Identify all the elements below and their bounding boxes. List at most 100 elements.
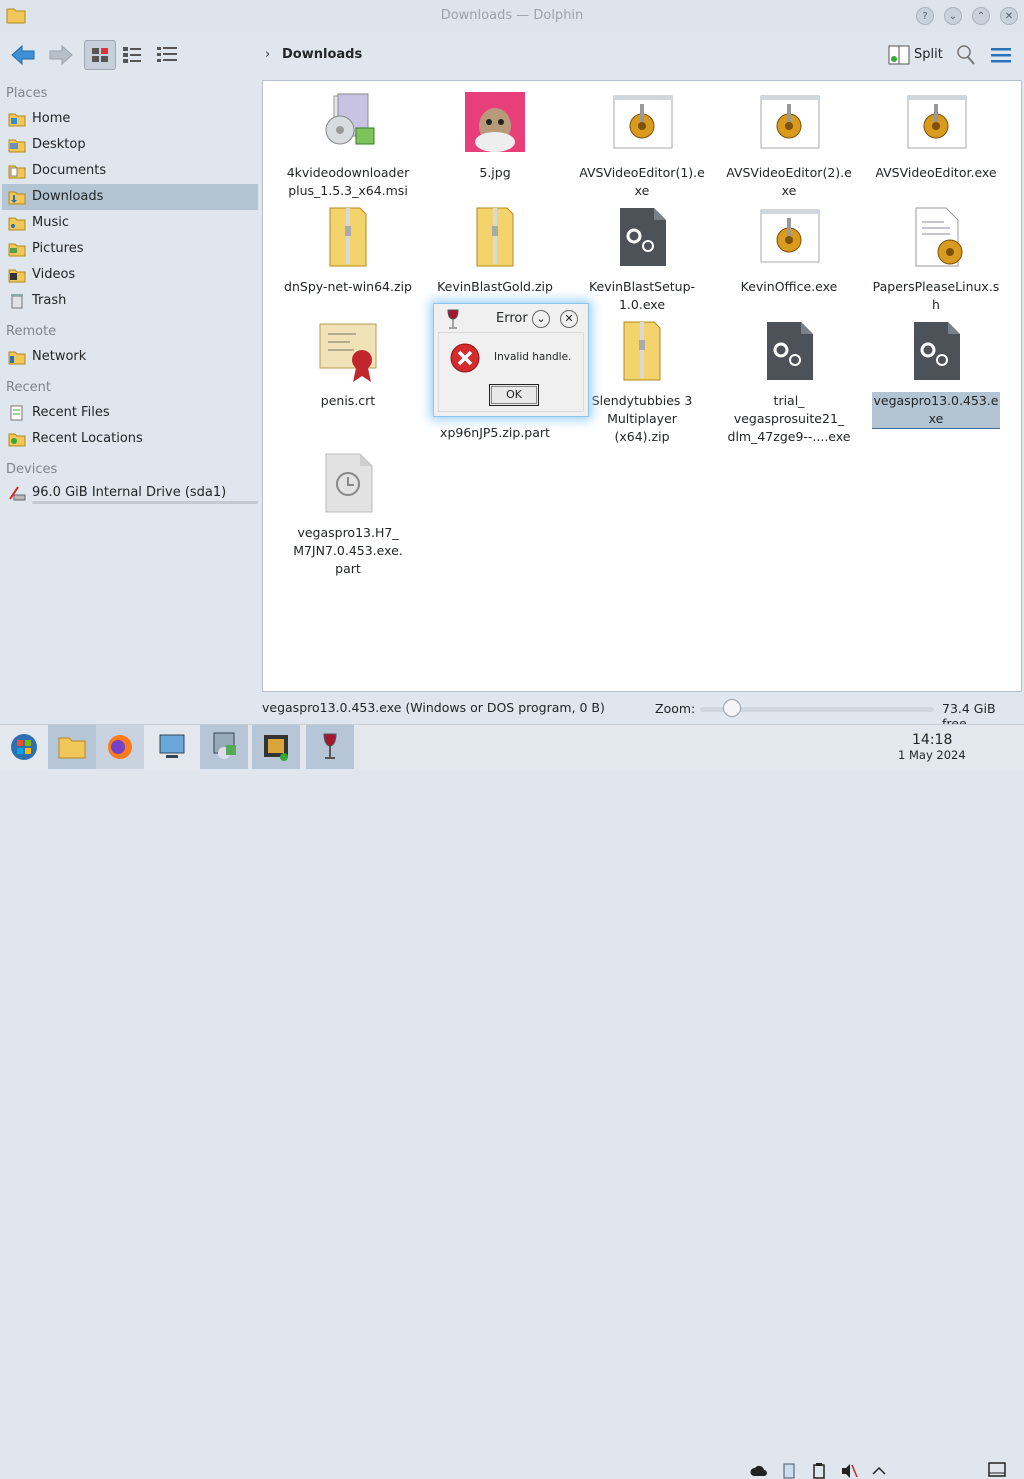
close-button[interactable]: ✕ (1000, 7, 1018, 25)
task-installer[interactable] (200, 725, 248, 769)
clock-date[interactable]: 1 May 2024 (898, 748, 966, 762)
hard-drive-icon (9, 486, 26, 501)
clipboard-icon[interactable] (810, 1463, 828, 1479)
file-item[interactable]: 5.jpg (431, 92, 559, 182)
file-name: KevinBlastGold.zip (437, 279, 553, 294)
file-item[interactable]: KevinBlastGold.zip (431, 206, 559, 296)
file-item[interactable]: trial_ vegasprosuite21_ dlm_47zge9--....… (725, 320, 853, 446)
videos-folder-icon (8, 269, 26, 283)
breadcrumb[interactable]: Downloads (282, 47, 362, 62)
show-desktop-icon[interactable] (988, 1462, 1006, 1478)
sidebar-item-downloads[interactable]: Downloads (2, 184, 258, 210)
remote-header: Remote (6, 324, 57, 339)
msi-installer-icon (325, 93, 375, 145)
task-file-manager[interactable] (48, 725, 96, 769)
start-menu-button[interactable] (0, 725, 48, 769)
file-name: penis.crt (320, 393, 376, 408)
drive-usage-bar (32, 501, 258, 504)
sidebar-item-label: Desktop (32, 137, 86, 152)
recent-locations-icon (8, 433, 26, 447)
volume-muted-icon[interactable] (840, 1463, 858, 1479)
file-item[interactable]: KevinBlastSetup-1.0.exe (578, 206, 706, 314)
sidebar-item-desktop[interactable]: Desktop (2, 132, 258, 158)
compact-view-icon[interactable] (122, 46, 142, 64)
system-settings-icon (159, 734, 185, 758)
file-item[interactable]: dnSpy-net-win64.zip (284, 206, 412, 296)
maximize-button[interactable]: ⌃ (972, 7, 990, 25)
breadcrumb-chevron-icon[interactable]: › (265, 47, 270, 62)
file-item[interactable]: penis.crt (284, 320, 412, 410)
sidebar-item-home[interactable]: Home (2, 106, 258, 132)
sidebar-item-label: Trash (32, 293, 67, 308)
zip-folder-icon (476, 207, 514, 267)
minimize-button[interactable]: ⌄ (944, 7, 962, 25)
executable-gear-icon (914, 322, 960, 380)
title-bar: Downloads — Dolphin ? ⌄ ⌃ ✕ (0, 0, 1024, 32)
wine-icon (323, 733, 337, 759)
file-item-selected[interactable]: vegaspro13.0.453.exe (872, 320, 1000, 429)
sidebar-item-videos[interactable]: Videos (2, 262, 258, 288)
file-name: AVSVideoEditor(2).exe (726, 165, 852, 198)
icons-view-button[interactable] (84, 40, 116, 70)
hamburger-menu-icon[interactable] (990, 46, 1012, 64)
search-icon[interactable] (956, 44, 976, 66)
sidebar-item-label: Recent Locations (32, 431, 143, 446)
file-item[interactable]: AVSVideoEditor(1).exe (578, 92, 706, 200)
shell-script-icon (915, 207, 963, 267)
file-name: xp96nJP5.zip.part (440, 425, 550, 440)
file-name: vegaspro13.H7_ M7JN7.0.453.exe. part (293, 525, 403, 576)
ok-button[interactable]: OK (489, 384, 539, 406)
sidebar-item-music[interactable]: Music (2, 210, 258, 236)
task-video-editor[interactable] (252, 725, 300, 769)
file-item[interactable]: AVSVideoEditor.exe (872, 92, 1000, 182)
file-item[interactable]: KevinOffice.exe (725, 206, 853, 296)
file-manager-icon (58, 737, 86, 759)
sidebar-item-recent-files[interactable]: Recent Files (2, 400, 258, 426)
split-button[interactable]: Split (886, 42, 944, 68)
file-item[interactable]: 4kvideodownloaderplus_1.5.3_x64.msi (284, 92, 412, 200)
file-name: AVSVideoEditor(1).exe (579, 165, 705, 198)
file-name: PapersPleaseLinux.sh (872, 279, 1000, 312)
dialog-close-button[interactable]: ✕ (560, 310, 578, 328)
clipboard-notes-icon[interactable] (780, 1463, 798, 1479)
file-name: trial_ vegasprosuite21_ dlm_47zge9--....… (727, 393, 851, 444)
sidebar-item-pictures[interactable]: Pictures (2, 236, 258, 262)
file-name: Slendytubbies 3 Multiplayer (x64).zip (591, 393, 693, 444)
task-system-settings[interactable] (148, 725, 196, 769)
file-item[interactable]: vegaspro13.H7_ M7JN7.0.453.exe. part (284, 452, 412, 578)
help-button[interactable]: ? (916, 7, 934, 25)
forward-arrow-icon[interactable] (46, 44, 74, 66)
file-item[interactable]: Slendytubbies 3 Multiplayer (x64).zip (578, 320, 706, 446)
file-name: KevinBlastSetup-1.0.exe (588, 279, 696, 312)
sidebar-item-label: Downloads (32, 189, 104, 204)
desktop-icon (8, 139, 26, 153)
home-folder-icon (8, 113, 26, 127)
sidebar-item-recent-locations[interactable]: Recent Locations (2, 426, 258, 452)
devices-header: Devices (6, 462, 58, 477)
sidebar-item-network[interactable]: Network (2, 344, 258, 370)
split-view-icon (888, 45, 910, 65)
dialog-title: Error (496, 311, 528, 326)
back-arrow-icon[interactable] (10, 44, 38, 66)
sidebar-item-internal-drive[interactable]: 96.0 GiB Internal Drive (sda1) (2, 480, 258, 506)
details-view-icon[interactable] (156, 46, 178, 64)
clock-time[interactable]: 14:18 (912, 732, 952, 748)
wine-exe-icon (613, 95, 673, 149)
firefox-icon (108, 735, 132, 759)
cloud-upload-icon[interactable] (750, 1463, 768, 1479)
chevron-up-icon[interactable] (870, 1463, 888, 1479)
dialog-minimize-button[interactable]: ⌄ (532, 310, 550, 328)
zoom-slider-handle[interactable] (723, 699, 741, 717)
sidebar-item-documents[interactable]: Documents (2, 158, 258, 184)
status-info: vegaspro13.0.453.exe (Windows or DOS pro… (262, 700, 605, 715)
task-firefox[interactable] (96, 725, 144, 769)
dialog-message: Invalid handle. (494, 351, 572, 363)
file-item[interactable]: PapersPleaseLinux.sh (872, 206, 1000, 314)
file-item[interactable]: AVSVideoEditor(2).exe (725, 92, 853, 200)
icons-view-icon (92, 48, 108, 62)
sidebar-item-trash[interactable]: Trash (2, 288, 258, 314)
places-header: Places (6, 86, 48, 101)
task-wine[interactable] (306, 725, 354, 769)
zip-folder-icon (329, 207, 367, 267)
installer-icon (213, 732, 236, 759)
